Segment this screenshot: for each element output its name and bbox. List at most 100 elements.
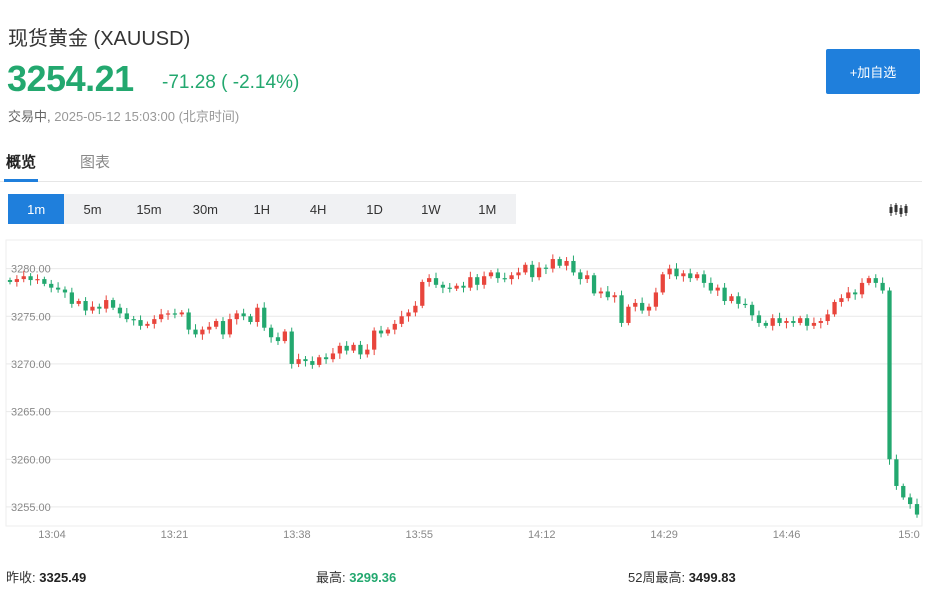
- candle-body: [110, 300, 116, 308]
- candle-body: [138, 320, 143, 326]
- candle-body: [207, 326, 212, 330]
- candle-body: [536, 267, 542, 278]
- interval-1m[interactable]: 1m: [8, 194, 65, 224]
- candle-body: [777, 318, 782, 323]
- candle-body: [798, 318, 803, 323]
- candle-body: [358, 344, 363, 355]
- candle-body: [90, 306, 95, 311]
- stat-52w-high: 52周最高: 3499.83: [628, 567, 736, 586]
- candle-body: [227, 319, 233, 335]
- x-tick-label: 13:04: [38, 529, 66, 541]
- prev-close-label: 昨收:: [6, 570, 36, 585]
- x-tick-label: 14:12: [528, 529, 556, 541]
- candle-body: [660, 274, 665, 293]
- tab-overview[interactable]: 概览: [6, 151, 36, 172]
- candle-body: [440, 284, 446, 288]
- interval-5m[interactable]: 5m: [64, 194, 120, 224]
- y-tick-label: 3275.00: [11, 311, 51, 323]
- candle-body: [214, 321, 219, 327]
- candle-body: [880, 282, 885, 291]
- candle-body: [846, 292, 851, 299]
- interval-1d[interactable]: 1D: [346, 194, 402, 224]
- candle-body: [378, 330, 384, 334]
- y-tick-label: 3255.00: [11, 502, 51, 514]
- trading-status: 交易中, 2025-05-12 15:03:00 (北京时间): [8, 106, 239, 125]
- interval-1w[interactable]: 1W: [403, 194, 459, 224]
- candle-body: [715, 287, 720, 291]
- candle-body: [159, 314, 164, 320]
- candle-body: [241, 313, 246, 317]
- chart-type-button[interactable]: [882, 197, 916, 223]
- candle-body: [461, 285, 466, 288]
- candle-body: [640, 302, 645, 311]
- y-tick-label: 3265.00: [11, 407, 51, 419]
- status-label: 交易中,: [8, 109, 51, 124]
- candle-body: [612, 295, 617, 298]
- candle-body: [372, 330, 377, 350]
- candle-body: [28, 276, 33, 281]
- candle-body: [509, 275, 514, 280]
- candle-body: [859, 282, 865, 295]
- interval-4h[interactable]: 4H: [290, 194, 346, 224]
- candle-body: [248, 316, 253, 322]
- tab-chart[interactable]: 图表: [80, 151, 110, 172]
- candle-body: [894, 459, 899, 486]
- interval-1h[interactable]: 1H: [234, 194, 290, 224]
- prev-close-value: 3325.49: [39, 570, 87, 585]
- candle-body: [392, 323, 397, 330]
- candle-body: [289, 331, 294, 364]
- stats-bar: 昨收: 3325.49 最高: 3299.36 52周最高: 3499.83: [0, 567, 932, 587]
- candle-body: [543, 267, 549, 269]
- y-tick-label: 3260.00: [11, 454, 51, 466]
- candle-body: [399, 316, 404, 324]
- y-tick-label: 3270.00: [11, 359, 51, 371]
- timestamp: 2025-05-12 15:03:00 (北京时间): [54, 109, 240, 124]
- candle-body: [646, 306, 652, 311]
- candle-body: [165, 313, 171, 315]
- candle-body: [104, 300, 109, 309]
- candle-body: [839, 298, 844, 302]
- candle-body: [14, 279, 20, 282]
- candle-body: [523, 264, 528, 273]
- candle-body: [310, 361, 315, 365]
- candle-body: [688, 273, 693, 279]
- add-to-watchlist-button[interactable]: +加自选: [826, 49, 920, 94]
- high52-label: 52周最高:: [628, 570, 686, 585]
- candle-body: [866, 278, 872, 283]
- candle-body: [131, 319, 136, 321]
- candle-body: [626, 306, 631, 323]
- interval-1mo[interactable]: 1M: [459, 194, 515, 224]
- candle-body: [234, 313, 239, 320]
- candle-body: [495, 272, 500, 279]
- x-tick-label: 14:29: [650, 529, 678, 541]
- interval-15m[interactable]: 15m: [121, 194, 177, 224]
- active-tab-indicator: [4, 179, 38, 182]
- candle-body: [303, 359, 308, 362]
- candle-body: [811, 322, 817, 326]
- candle-body: [76, 301, 81, 304]
- price-change: -71.28 ( -2.14%): [162, 72, 300, 93]
- candle-body: [468, 277, 473, 288]
- stat-prev-close: 昨收: 3325.49: [6, 567, 86, 586]
- candle-body: [791, 321, 796, 323]
- candle-body: [708, 282, 713, 291]
- interval-30m[interactable]: 30m: [177, 194, 233, 224]
- price-chart[interactable]: 3280.00 3275.00 3270.00 3265.00 3260.00 3255.…: [0, 234, 932, 550]
- stat-high: 最高: 3299.36: [316, 567, 396, 586]
- x-tick-label: 15:0: [898, 529, 919, 541]
- candle-body: [729, 296, 734, 302]
- candle-body: [35, 279, 40, 281]
- candle-body: [330, 353, 336, 360]
- last-price: 3254.21: [7, 58, 134, 99]
- candle-body: [770, 318, 775, 326]
- candle-body: [21, 276, 26, 280]
- candle-body: [571, 260, 576, 273]
- candle-body: [674, 268, 679, 277]
- candle-body: [420, 281, 425, 306]
- candle-body: [605, 291, 610, 298]
- candle-body: [825, 314, 830, 322]
- candle-body: [124, 313, 129, 320]
- candle-body: [172, 313, 178, 315]
- candle-body: [591, 275, 597, 294]
- candle-body: [694, 274, 700, 279]
